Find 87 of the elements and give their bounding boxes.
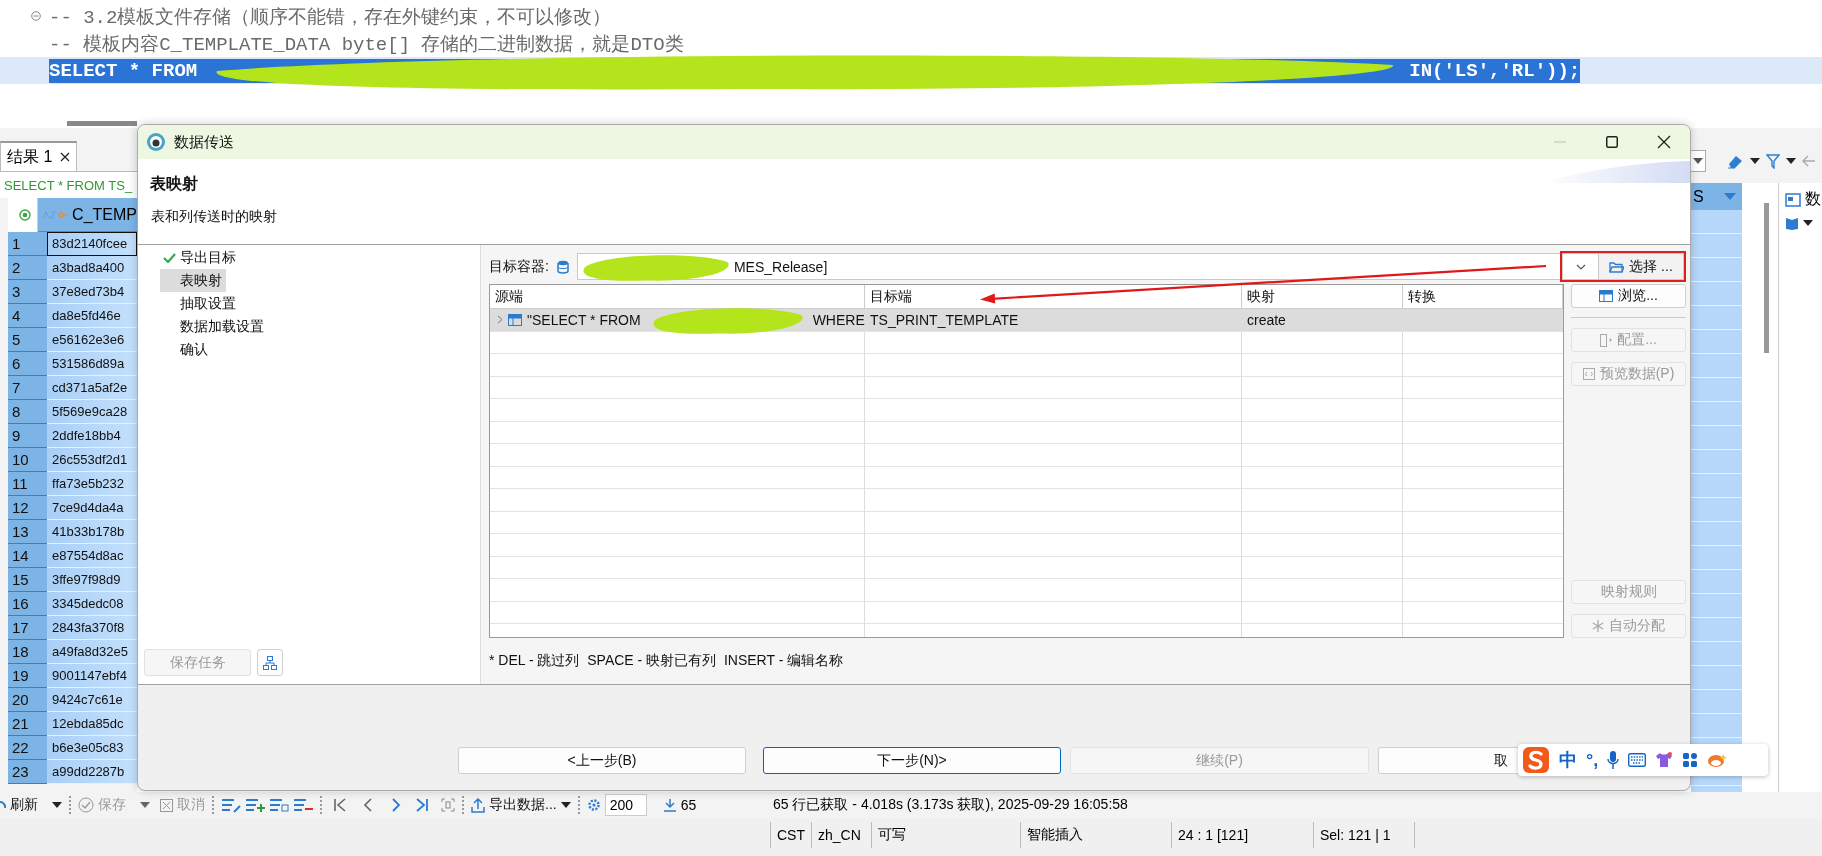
status-message: 65 行已获取 - 4.018s (3.173s 获取), 2025-09-29 16:05:58 [773,796,1128,814]
dialog-title: 数据传送 [174,132,234,152]
side-button[interactable]: 浏览... [1571,284,1686,308]
panel-title: 数 [1805,189,1821,209]
table-cell[interactable]: 9424c7c61e [47,688,137,712]
status-field: zh_CN [811,822,871,848]
table-cell[interactable]: ffa73e5b232 [47,472,137,496]
refresh-button[interactable]: 刷新 [10,796,38,814]
row-number: 10 [8,448,47,472]
step-item[interactable]: 确认 [160,338,212,361]
row-number: 18 [8,640,47,664]
row-number: 16 [8,592,47,616]
row-number: 14 [8,544,47,568]
table-cell[interactable]: 531586d89a [47,352,137,376]
row-number: 12 [8,496,47,520]
table-cell[interactable]: da8e5fd46e [47,304,137,328]
row-number: 8 [8,400,47,424]
mapping-table[interactable]: 源端 目标端 映射 转换 "SELECT * FROM WHERE TS_PRINT_TEMPLATE create [489,284,1564,638]
table-cell[interactable]: 41b33b178b [47,520,137,544]
table-cell[interactable]: 37e8ed73b4 [47,280,137,304]
row-number: 15 [8,568,47,592]
target-field[interactable]: MES_Release] [576,253,1560,280]
row-number: 5 [8,328,47,352]
page-subtitle: 表和列传送时的映射 [150,208,277,226]
table-cell[interactable]: e56162e3e6 [47,328,137,352]
table-cell[interactable]: cd371a5af2e [47,376,137,400]
row-number: 22 [8,736,47,760]
nav-button[interactable]: <上一步(B) [458,747,746,774]
row-number: 21 [8,712,47,736]
table-cell[interactable]: 9001147ebf4 [47,664,137,688]
query-text: SELECT * FROM TS_ [4,177,133,193]
field-label: 目标容器: [489,257,549,276]
table-cell[interactable]: 12ebda85dc [47,712,137,736]
row-number: 6 [8,352,47,376]
nav-button[interactable]: 下一步(N)> [763,747,1061,774]
step-item[interactable]: 数据加载设置 [160,315,268,338]
row-number: 11 [8,472,47,496]
row-number: 7 [8,376,47,400]
table-cell[interactable]: TS_PRINT_TEMPLATE [865,309,1242,332]
step-item[interactable]: 表映射 [160,269,226,292]
row-number: 23 [8,760,47,784]
column-header[interactable]: C_TEMP [38,198,137,232]
code-comment: -- 模板内容C_TEMPLATE_DATA byte[] 存储的二进制数据，就是DTO类 [49,32,684,57]
code-text: SELECT * FROM [49,59,198,82]
table-cell[interactable]: 7ce9d4da4a [47,496,137,520]
row-number: 17 [8,616,47,640]
table-cell[interactable]: 3345dedc08 [47,592,137,616]
table-cell[interactable]: a49fa8d32e5 [47,640,137,664]
result-tab[interactable]: 结果 1 [0,141,78,171]
column-header[interactable]: S [1691,183,1742,210]
table-cell[interactable]: 2ddfe18bb4 [47,424,137,448]
code-comment: -- 3.2模板文件存储（顺序不能错，存在外键约束，不可以修改） [49,5,612,30]
row-number: 3 [8,280,47,304]
status-field: 24 : 1 [121] [1171,822,1313,848]
input-mode[interactable]: 中 [1559,748,1577,772]
table-cell[interactable]: e87554d8ac [47,544,137,568]
row-number: 13 [8,520,47,544]
step-item[interactable]: 导出目标 [160,246,240,269]
page-title: 表映射 [150,174,198,194]
table-cell[interactable]: 83d2140fcee [47,232,137,256]
table-cell[interactable]: 5f569e9ca28 [47,400,137,424]
row-count: 65 [680,797,697,813]
hint-text: * DEL - 跳过列 SPACE - 映射已有列 INSERT - 编辑名称 [489,651,845,670]
step-item[interactable]: 抽取设置 [160,292,240,315]
table-cell[interactable]: create [1242,309,1403,332]
status-field: Sel: 121 | 1 [1313,822,1415,848]
code-text: IN('LS','RL')); [1409,59,1581,82]
status-field: 智能插入 [1020,822,1171,848]
table-cell[interactable]: a3bad8a400 [47,256,137,280]
table-cell[interactable]: 2843fa370f8 [47,616,137,640]
export-button[interactable]: 导出数据... [489,796,557,814]
row-number: 19 [8,664,47,688]
fetch-size-field[interactable]: 200 [604,794,647,816]
punctuation-mode[interactable]: °, [1586,749,1599,771]
row-number: 9 [8,424,47,448]
row-number: 2 [8,256,47,280]
row-number: 20 [8,688,47,712]
table-cell[interactable]: 26c553df2d1 [47,448,137,472]
table-cell[interactable]: a99dd2287b [47,760,137,784]
row-number: 1 [8,232,47,256]
table-cell[interactable]: 3ffe97f98d9 [47,568,137,592]
choose-button[interactable]: 选择 ... [1599,253,1684,280]
status-field: CST [770,822,811,848]
row-number: 4 [8,304,47,328]
table-cell[interactable]: b6e3e05c83 [47,736,137,760]
table-cell[interactable]: "SELECT * FROM WHERE [490,309,865,332]
status-field: 可写 [871,822,1020,848]
